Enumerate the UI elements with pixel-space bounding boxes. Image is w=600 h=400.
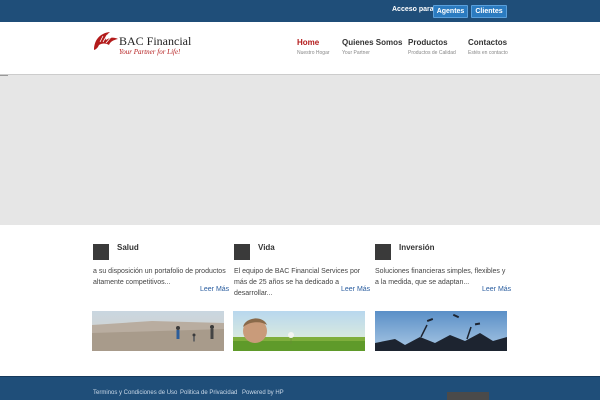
access-label: Acceso para: xyxy=(392,6,436,13)
logo-name: BAC Financial xyxy=(119,34,192,48)
nav-contactos-label: Contactos xyxy=(468,38,508,47)
feature-title: Salud xyxy=(117,243,139,252)
salud-icon xyxy=(93,244,109,260)
nav-quienes-somos-sub: Your Partner xyxy=(342,50,370,56)
leer-mas-link[interactable]: Leer Más xyxy=(200,286,229,293)
nav-home[interactable]: Home Nuestro Hogar xyxy=(297,38,330,56)
agentes-button[interactable]: Agentes xyxy=(433,5,468,18)
nav-contactos[interactable]: Contactos Estés en contacto xyxy=(468,38,508,56)
terms-link[interactable]: Terminos y Condiciones de Uso xyxy=(93,390,177,396)
nav-quienes-somos[interactable]: Quienes Somos Your Partner xyxy=(342,38,402,56)
vida-icon xyxy=(234,244,250,260)
leer-mas-link[interactable]: Leer Más xyxy=(482,286,511,293)
nav-productos-label: Productos xyxy=(408,38,448,47)
nav-home-sub: Nuestro Hogar xyxy=(297,50,330,56)
privacy-link[interactable]: Politica de Privacidad xyxy=(180,390,237,396)
nav-home-label: Home xyxy=(297,38,320,47)
leer-mas-link[interactable]: Leer Más xyxy=(341,286,370,293)
nav-productos-sub: Productos de Calidad xyxy=(408,50,456,56)
slider-indicator xyxy=(0,75,8,76)
feature-description: a su disposición un portafolio de produc… xyxy=(93,268,226,286)
footer: Terminos y Condiciones de Uso Politica d… xyxy=(0,376,600,400)
logo-tagline: Your Partner for Life! xyxy=(119,48,181,56)
lion-logo-icon xyxy=(94,32,118,50)
beach-family-photo xyxy=(92,311,224,351)
child-dandelion-photo xyxy=(233,311,365,351)
footer-widget xyxy=(447,392,489,400)
feature-title: Inversión xyxy=(399,243,435,252)
feature-description: El equipo de BAC Financial Services por … xyxy=(234,268,361,297)
hero-slider xyxy=(0,74,600,225)
top-bar: Acceso para: Agentes Clientes xyxy=(0,0,600,22)
feature-title: Vida xyxy=(258,243,275,252)
clientes-button[interactable]: Clientes xyxy=(471,5,507,18)
nav-contactos-sub: Estés en contacto xyxy=(468,50,508,56)
logo[interactable]: BAC Financial Your Partner for Life! xyxy=(92,30,191,60)
inversion-icon xyxy=(375,244,391,260)
graduation-photo xyxy=(375,311,507,351)
feature-description: Soluciones financieras simples, flexible… xyxy=(375,268,506,286)
powered-by-link[interactable]: Powered by HP xyxy=(242,390,284,396)
nav-productos[interactable]: Productos Productos de Calidad xyxy=(408,38,456,56)
nav-quienes-somos-label: Quienes Somos xyxy=(342,38,403,47)
